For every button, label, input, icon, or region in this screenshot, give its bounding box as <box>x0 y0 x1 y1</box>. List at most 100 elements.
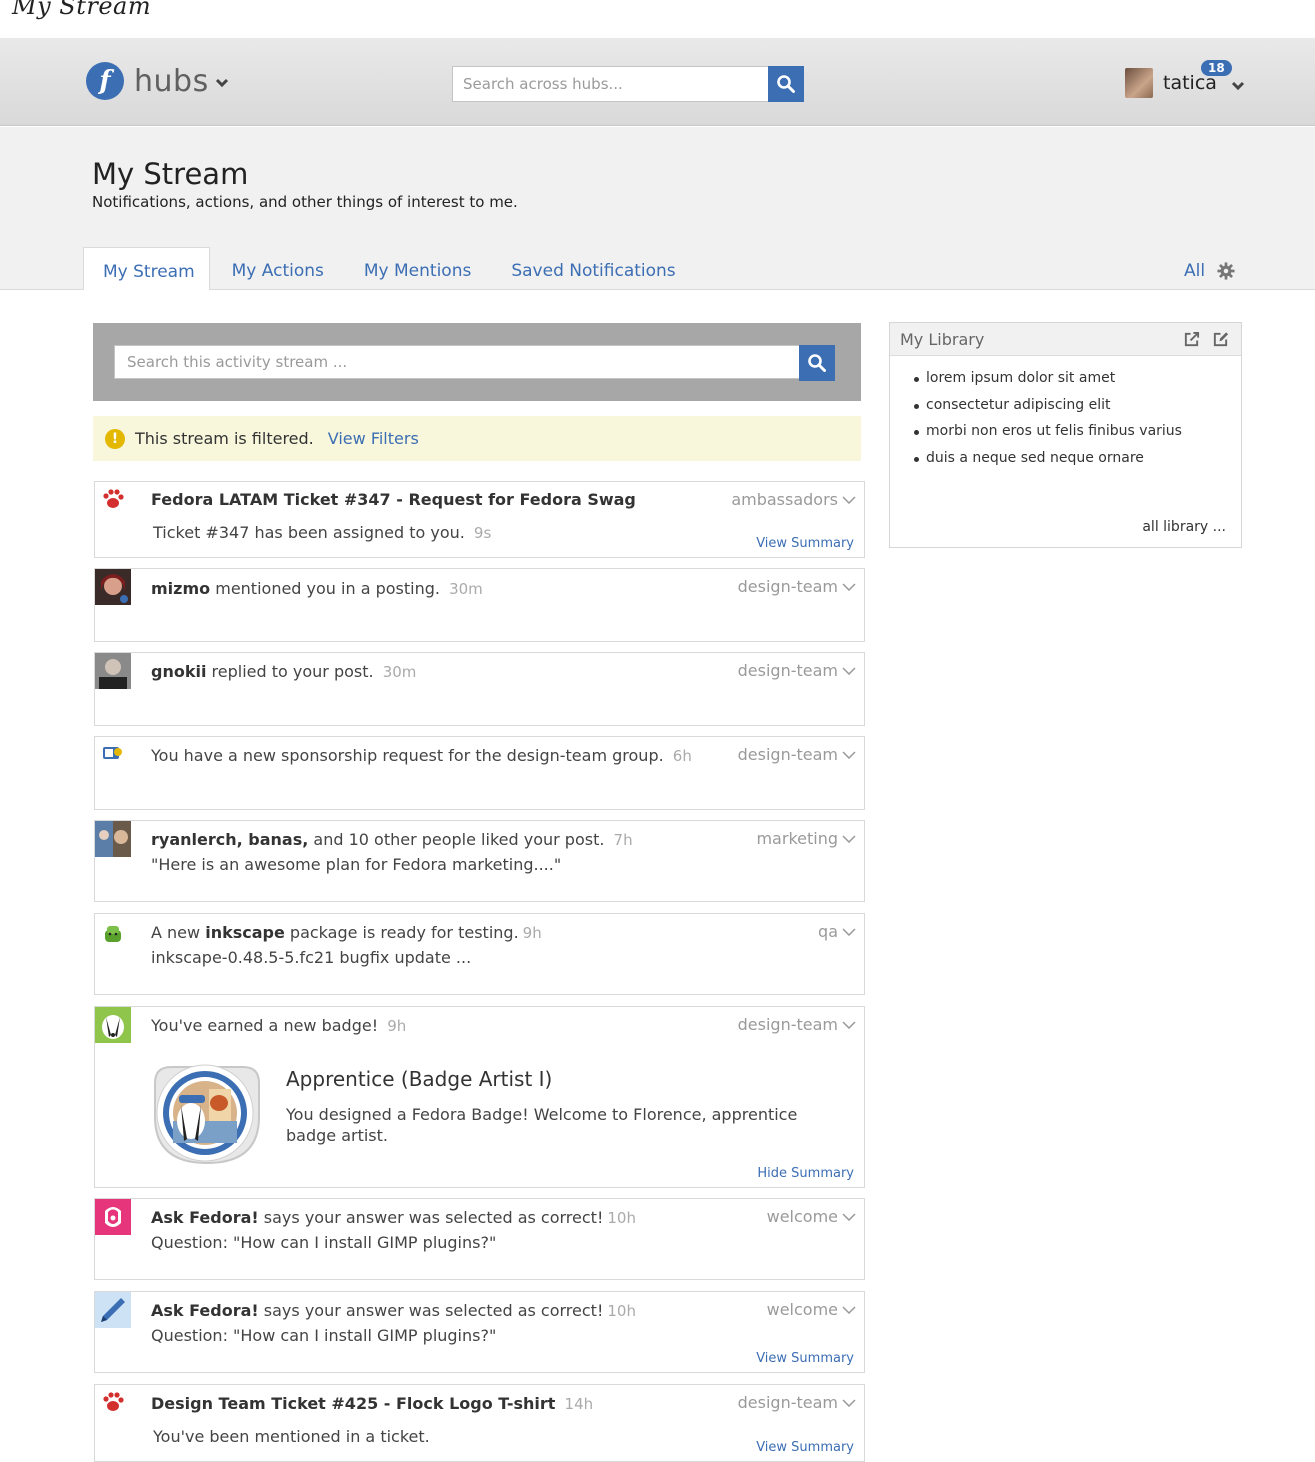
item-text: mentioned you in a posting. <box>215 579 440 598</box>
item-time: 14h <box>564 1395 594 1413</box>
item-title[interactable]: Fedora LATAM Ticket #347 - Request for F… <box>151 490 636 509</box>
item-text: says your answer was selected as correct… <box>263 1301 604 1320</box>
item-group-menu[interactable]: design-team <box>738 661 856 680</box>
hubs-logo-menu[interactable]: f hubs <box>86 62 229 100</box>
chevron-down-icon <box>1231 81 1244 91</box>
chevron-down-icon <box>842 1020 856 1029</box>
global-search <box>452 66 804 102</box>
chevron-down-icon <box>842 1212 856 1221</box>
all-library-link[interactable]: all library ... <box>1142 519 1226 535</box>
item-group: welcome <box>766 1207 838 1226</box>
library-item[interactable]: duis a neque sed neque ornare <box>914 450 1241 477</box>
chevron-down-icon <box>842 834 856 843</box>
global-search-button[interactable] <box>768 66 804 102</box>
item-text: Ticket #347 has been assigned to you. <box>153 523 465 542</box>
item-quote: "Here is an awesome plan for Fedora mark… <box>151 855 562 874</box>
pagure-paw-icon <box>103 1392 124 1411</box>
package-icon <box>105 926 121 942</box>
search-icon <box>777 75 795 93</box>
item-actor[interactable]: inkscape <box>205 923 285 942</box>
item-group-menu[interactable]: ambassadors <box>731 490 856 509</box>
item-actor[interactable]: ryanlerch, banas, <box>151 830 308 849</box>
chevron-down-icon <box>842 495 856 504</box>
item-time: 6h <box>672 747 692 765</box>
stream-item: Design Team Ticket #425 - Flock Logo T-s… <box>94 1384 865 1462</box>
item-group-menu[interactable]: design-team <box>738 745 856 764</box>
badge-artwork-icon <box>154 1064 260 1165</box>
item-group: marketing <box>756 829 838 848</box>
ask-fedora-icon <box>95 1199 131 1235</box>
item-title[interactable]: Design Team Ticket #425 - Flock Logo T-s… <box>151 1394 555 1413</box>
stream-item: You have a new sponsorship request for t… <box>94 736 865 810</box>
filter-notice: ! This stream is filtered. View Filters <box>93 416 861 461</box>
item-group-menu[interactable]: design-team <box>738 1015 856 1034</box>
item-group: welcome <box>766 1300 838 1319</box>
user-avatar <box>95 569 131 605</box>
item-group-menu[interactable]: qa <box>818 922 856 941</box>
library-item[interactable]: morbi non eros ut felis finibus varius <box>914 423 1241 450</box>
item-group: ambassadors <box>731 490 838 509</box>
filter-notice-message: This stream is filtered. <box>135 429 314 448</box>
item-group: design-team <box>737 661 838 680</box>
item-group-menu[interactable]: welcome <box>767 1300 856 1319</box>
fas-account-icon <box>103 747 122 759</box>
item-group: qa <box>818 922 838 941</box>
view-filters-link[interactable]: View Filters <box>328 429 419 448</box>
tab-saved-notifications[interactable]: Saved Notifications <box>491 247 693 290</box>
item-pre: A new <box>151 923 201 942</box>
item-actor[interactable]: gnokii <box>151 662 206 681</box>
page-title: My Stream <box>92 157 249 191</box>
item-text: You have a new sponsorship request for t… <box>151 746 664 765</box>
pagure-paw-icon <box>103 489 124 508</box>
stream-search-input[interactable] <box>114 345 799 379</box>
library-item[interactable]: consectetur adipiscing elit <box>914 397 1241 424</box>
view-summary-link[interactable]: View Summary <box>756 1351 854 1366</box>
item-actor[interactable]: Ask Fedora! <box>151 1301 259 1320</box>
library-item[interactable]: lorem ipsum dolor sit amet <box>914 370 1241 397</box>
chevron-down-icon <box>842 750 856 759</box>
chevron-down-icon <box>842 1305 856 1314</box>
item-group: design-team <box>737 577 838 596</box>
chevron-down-icon <box>842 666 856 675</box>
user-menu[interactable]: tatica 18 <box>1125 60 1245 98</box>
view-summary-link[interactable]: View Summary <box>756 536 854 551</box>
hide-summary-link[interactable]: Hide Summary <box>757 1166 854 1181</box>
external-link-icon[interactable] <box>1183 331 1200 348</box>
item-actor[interactable]: Ask Fedora! <box>151 1208 259 1227</box>
edit-icon[interactable] <box>1212 331 1229 348</box>
item-actor[interactable]: mizmo <box>151 579 210 598</box>
item-time: 7h <box>613 831 633 849</box>
stream-item: Ask Fedora! says your answer was selecte… <box>94 1198 865 1280</box>
item-time: 9h <box>522 924 542 942</box>
tab-my-stream[interactable]: My Stream <box>83 247 210 290</box>
item-group-menu[interactable]: welcome <box>767 1207 856 1226</box>
chevron-down-icon <box>215 78 228 88</box>
badge-title[interactable]: Apprentice (Badge Artist I) <box>286 1067 552 1091</box>
tab-my-actions[interactable]: My Actions <box>212 247 342 290</box>
tab-my-mentions[interactable]: My Mentions <box>344 247 489 290</box>
view-summary-link[interactable]: View Summary <box>756 1440 854 1455</box>
item-group-menu[interactable]: marketing <box>756 829 856 848</box>
item-group-menu[interactable]: design-team <box>738 1393 856 1412</box>
page-header: My Stream Notifications, actions, and ot… <box>0 127 1315 290</box>
stream-filter-control: All <box>1184 261 1235 281</box>
library-list: lorem ipsum dolor sit amet consectetur a… <box>890 356 1241 476</box>
global-search-input[interactable] <box>452 66 768 102</box>
stream-search-button[interactable] <box>799 345 835 381</box>
search-icon <box>808 354 826 372</box>
item-text: You've earned a new badge! <box>151 1016 379 1035</box>
item-time: 30m <box>382 663 417 681</box>
notification-count-badge[interactable]: 18 <box>1201 60 1232 76</box>
gear-icon[interactable] <box>1217 262 1235 280</box>
item-time: 9h <box>387 1017 407 1035</box>
stream-item: A new inkscape package is ready for test… <box>94 913 865 995</box>
item-group-menu[interactable]: design-team <box>738 577 856 596</box>
item-question: Question: "How can I install GIMP plugin… <box>151 1233 497 1252</box>
item-text: says your answer was selected as correct… <box>263 1208 604 1227</box>
all-filter-link[interactable]: All <box>1184 261 1205 281</box>
item-time: 9s <box>473 524 492 542</box>
chevron-down-icon <box>842 927 856 936</box>
stream-item: Ask Fedora! says your answer was selecte… <box>94 1291 865 1373</box>
warning-icon: ! <box>105 428 125 449</box>
item-time: 10h <box>607 1302 636 1320</box>
